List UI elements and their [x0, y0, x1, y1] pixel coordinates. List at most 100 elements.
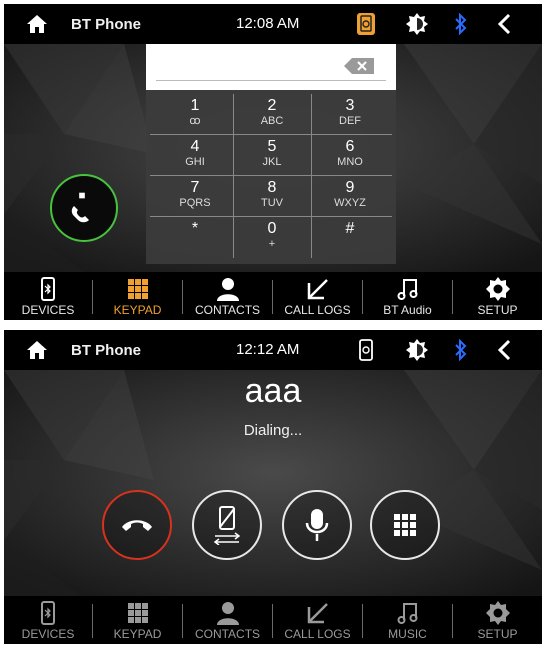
key-hash[interactable]: #	[311, 218, 389, 258]
key-letters: MNO	[337, 156, 363, 168]
key-star[interactable]: *	[156, 218, 234, 258]
bottom-nav: DEVICES KEYPAD CONTACTS CALL LOGS BT Aud…	[4, 272, 542, 320]
key-digit: 4	[190, 138, 200, 155]
clock: 12:08 AM	[236, 15, 300, 32]
keypad-grid-icon	[394, 514, 416, 536]
key-6[interactable]: 6 MNO	[311, 136, 389, 176]
key-7[interactable]: 7 PQRS	[156, 177, 234, 217]
hang-up-button[interactable]	[102, 490, 172, 560]
app-title: BT Phone	[71, 342, 141, 359]
nav-contacts[interactable]: CONTACTS	[183, 596, 272, 644]
nav-devices[interactable]: DEVICES	[4, 596, 92, 644]
arrow-down-left-icon	[307, 279, 328, 300]
key-5[interactable]: 5 JKL	[233, 136, 311, 176]
nav-setup[interactable]: SETUP	[453, 272, 542, 320]
key-3[interactable]: 3 DEF	[311, 95, 389, 135]
key-1[interactable]: 1ꝏ	[156, 95, 234, 135]
nav-label: DEVICES	[21, 627, 75, 641]
nav-setup[interactable]: SETUP	[453, 596, 542, 644]
nav-label: DEVICES	[21, 303, 75, 317]
keypad-screen: BT Phone 12:08 AM 1 ꝏ 2 ABC 3 DEF 4 GHI …	[4, 4, 542, 320]
bluetooth-icon	[455, 13, 467, 35]
nav-label: CALL LOGS	[284, 303, 351, 317]
phone-bluetooth-icon	[41, 277, 55, 301]
bluetooth-icon	[455, 339, 467, 361]
gear-icon	[485, 601, 510, 625]
key-digit: 9	[345, 179, 355, 196]
dialing-screen: BT Phone 12:12 AM aaa Dialing... DEVICES…	[4, 330, 542, 644]
key-digit: 5	[267, 138, 277, 155]
phone-bluetooth-icon	[41, 601, 55, 625]
key-4[interactable]: 4 GHI	[156, 136, 234, 176]
nav-label: CONTACTS	[194, 627, 261, 641]
key-letters: TUV	[261, 197, 283, 209]
nav-label: MUSIC	[388, 627, 427, 641]
nav-bt-audio[interactable]: BT Audio	[363, 272, 452, 320]
key-letters: ABC	[260, 115, 284, 127]
nav-keypad[interactable]: KEYPAD	[93, 272, 182, 320]
music-note-icon	[397, 603, 417, 624]
brightness-icon[interactable]	[406, 339, 428, 361]
nav-label: KEYPAD	[113, 303, 162, 317]
key-letters: DEF	[339, 115, 361, 127]
nav-call-logs[interactable]: CALL LOGS	[273, 272, 362, 320]
microphone-icon	[305, 509, 329, 541]
key-digit: 2	[267, 97, 277, 114]
key-8[interactable]: 8 TUV	[233, 177, 311, 217]
dial-number-field[interactable]	[146, 44, 396, 90]
keypad-grid-icon	[127, 279, 148, 299]
transfer-audio-button[interactable]	[192, 490, 262, 560]
back-arrow-icon[interactable]	[496, 339, 512, 361]
dial-pad: 1ꝏ 2 ABC 3 DEF 4 GHI 5 JKL 6 MNO 7 PQRS 8 TUV 9…	[146, 44, 396, 264]
key-letters: +	[268, 238, 276, 250]
nav-label: BT Audio	[383, 303, 432, 317]
key-9[interactable]: 9 WXYZ	[311, 177, 389, 217]
key-digit: 3	[345, 97, 355, 114]
bottom-nav: DEVICES KEYPAD CONTACTS CALL LOGS MUSIC …	[4, 596, 542, 644]
backspace-icon[interactable]	[344, 58, 374, 74]
key-letters: GHI	[185, 156, 205, 168]
input-underline	[156, 80, 386, 81]
key-digit: 1	[190, 97, 200, 114]
key-digit: #	[345, 220, 355, 237]
nav-contacts[interactable]: CONTACTS	[183, 272, 272, 320]
call-status: Dialing...	[243, 422, 303, 439]
person-icon	[216, 602, 239, 625]
mute-mic-button[interactable]	[282, 490, 352, 560]
phone-transfer-icon	[213, 506, 241, 545]
show-keypad-button[interactable]	[370, 490, 440, 560]
brightness-icon[interactable]	[406, 13, 428, 35]
app-title: BT Phone	[71, 16, 141, 33]
nav-music[interactable]: MUSIC	[363, 596, 452, 644]
key-0[interactable]: 0 +	[233, 218, 311, 258]
key-letters: JKL	[262, 156, 282, 168]
back-arrow-icon[interactable]	[496, 13, 512, 35]
nav-label: CONTACTS	[194, 303, 261, 317]
voicemail-icon: ꝏ	[189, 115, 201, 127]
home-icon[interactable]	[26, 14, 48, 34]
nav-keypad[interactable]: KEYPAD	[93, 596, 182, 644]
call-button[interactable]	[50, 174, 118, 242]
phone-connected-icon	[357, 13, 375, 35]
music-note-icon	[397, 279, 417, 300]
key-2[interactable]: 2 ABC	[233, 95, 311, 135]
home-icon[interactable]	[26, 340, 48, 360]
phone-handset-icon	[71, 192, 89, 223]
clock: 12:12 AM	[236, 341, 300, 358]
nav-label: SETUP	[477, 303, 518, 317]
nav-devices[interactable]: DEVICES	[4, 272, 92, 320]
caller-name: aaa	[244, 372, 302, 410]
phone-connected-icon	[359, 339, 373, 361]
key-digit: 7	[190, 179, 200, 196]
status-bar: BT Phone 12:12 AM	[4, 330, 542, 370]
gear-icon	[485, 277, 510, 301]
nav-label: CALL LOGS	[284, 627, 351, 641]
key-digit: *	[191, 220, 199, 237]
person-icon	[216, 278, 239, 301]
key-digit: 8	[267, 179, 277, 196]
nav-call-logs[interactable]: CALL LOGS	[273, 596, 362, 644]
key-letters: PQRS	[179, 197, 211, 209]
key-digit: 6	[345, 138, 355, 155]
keypad-grid-icon	[127, 603, 148, 623]
nav-label: SETUP	[477, 627, 518, 641]
